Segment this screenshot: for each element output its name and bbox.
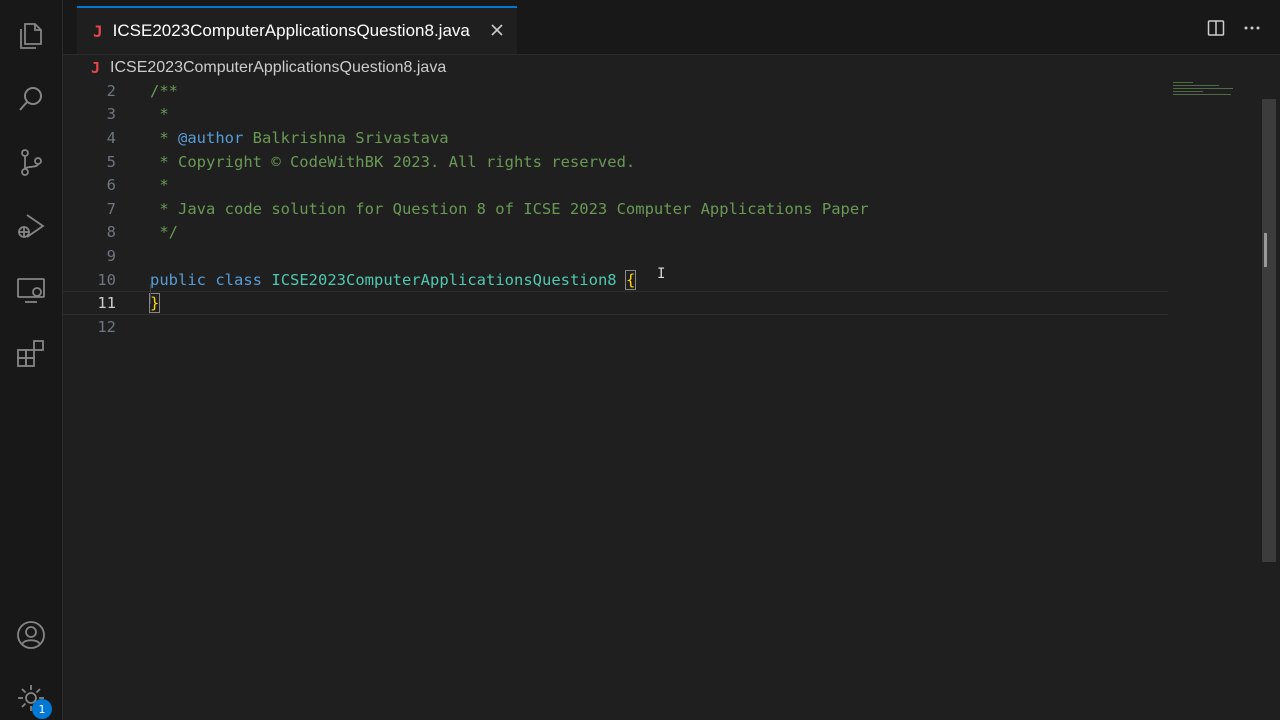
code-line: 9 bbox=[63, 244, 1168, 268]
code-text: * @author Balkrishna Srivastava bbox=[150, 128, 449, 147]
indent-guide bbox=[150, 284, 151, 304]
notification-badge: 1 bbox=[32, 699, 52, 719]
code-line: 7 * Java code solution for Question 8 of… bbox=[63, 197, 1168, 221]
run-debug-icon[interactable] bbox=[15, 210, 47, 242]
comment: * Java code solution for Question 8 of I… bbox=[150, 199, 869, 218]
source-control-icon[interactable] bbox=[15, 146, 47, 178]
code-line: 3 * bbox=[63, 103, 1168, 127]
tab-bar: J ICSE2023ComputerApplicationsQuestion8.… bbox=[63, 0, 1280, 55]
tab-java-file[interactable]: J ICSE2023ComputerApplicationsQuestion8.… bbox=[77, 6, 517, 54]
open-brace: { bbox=[624, 269, 637, 290]
line-number: 11 bbox=[97, 294, 116, 313]
breadcrumb: J ICSE2023ComputerApplicationsQuestion8.… bbox=[63, 55, 1280, 81]
line-number: 7 bbox=[106, 199, 116, 218]
comment: * bbox=[150, 176, 169, 195]
code-line: 5 * Copyright © CodeWithBK 2023. All rig… bbox=[63, 150, 1168, 174]
code-line: 4 * @author Balkrishna Srivastava bbox=[63, 126, 1168, 150]
remote-explorer-icon[interactable] bbox=[15, 274, 47, 306]
accounts-icon[interactable] bbox=[15, 619, 47, 651]
line-number: 6 bbox=[106, 176, 116, 195]
vertical-scrollbar[interactable] bbox=[1262, 99, 1276, 562]
activity-bar: 1 bbox=[0, 0, 63, 720]
close-icon[interactable] bbox=[487, 20, 507, 40]
comment: * bbox=[150, 128, 178, 147]
class-name: ICSE2023ComputerApplicationsQuestion8 bbox=[271, 270, 617, 289]
search-icon[interactable] bbox=[15, 83, 47, 115]
line-number: 8 bbox=[106, 223, 116, 242]
comment: * Copyright © CodeWithBK 2023. All right… bbox=[150, 152, 636, 171]
comment: Balkrishna Srivastava bbox=[243, 128, 449, 147]
line-number: 3 bbox=[106, 105, 116, 124]
line-number: 4 bbox=[106, 128, 116, 147]
line-number: 12 bbox=[97, 317, 116, 336]
comment: */ bbox=[150, 223, 178, 242]
tab-label: ICSE2023ComputerApplicationsQuestion8.ja… bbox=[112, 21, 470, 40]
more-actions-icon[interactable] bbox=[1242, 18, 1262, 38]
code-text: public class ICSE2023ComputerApplication… bbox=[150, 269, 637, 290]
split-editor-icon[interactable] bbox=[1206, 18, 1226, 38]
javadoc-tag: @author bbox=[178, 128, 244, 147]
code-text: } bbox=[148, 293, 161, 314]
code-line: 2 /** bbox=[63, 79, 1168, 103]
code-line: 12 bbox=[63, 315, 1168, 339]
java-file-icon: J bbox=[93, 21, 103, 41]
text-cursor-icon: I bbox=[657, 266, 666, 282]
line-number: 9 bbox=[106, 246, 116, 265]
comment: * bbox=[150, 105, 169, 124]
scrollbar-thumb[interactable] bbox=[1264, 233, 1280, 267]
close-brace: } bbox=[148, 293, 161, 314]
code-line: 10 public class ICSE2023ComputerApplicat… bbox=[63, 268, 1168, 292]
keyword: public bbox=[150, 270, 206, 289]
extensions-icon[interactable] bbox=[15, 337, 47, 369]
code-line-current: 11 } bbox=[63, 291, 1168, 315]
explorer-icon[interactable] bbox=[15, 20, 47, 52]
code-editor[interactable]: 2 /** 3 * 4 * @author Balkrishna Srivast… bbox=[63, 80, 1260, 720]
breadcrumb-file[interactable]: ICSE2023ComputerApplicationsQuestion8.ja… bbox=[110, 59, 446, 77]
line-number: 10 bbox=[97, 270, 116, 289]
line-number: 5 bbox=[106, 152, 116, 171]
minimap[interactable] bbox=[1173, 82, 1233, 102]
comment: /** bbox=[150, 81, 178, 100]
keyword: class bbox=[215, 270, 263, 289]
code-line: 6 * bbox=[63, 173, 1168, 197]
code-line: 8 */ bbox=[63, 221, 1168, 245]
line-number: 2 bbox=[106, 81, 116, 100]
java-file-icon: J bbox=[91, 59, 101, 77]
